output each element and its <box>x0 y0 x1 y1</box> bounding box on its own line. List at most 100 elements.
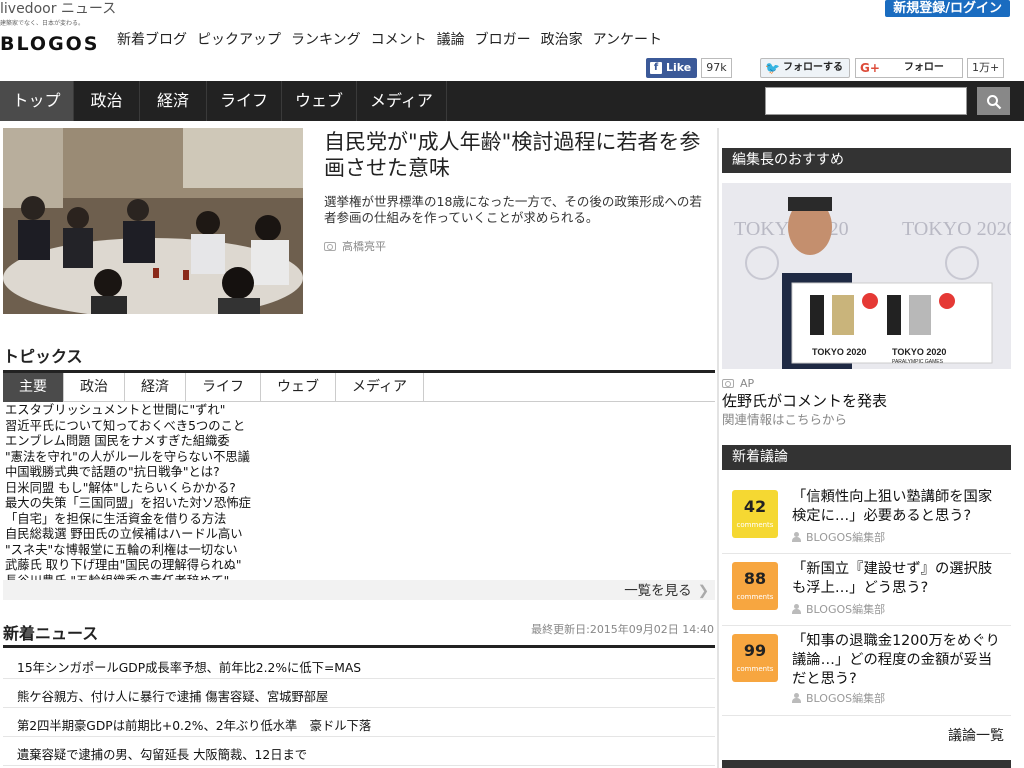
search-button[interactable] <box>977 87 1010 115</box>
comments-label: comments <box>736 593 774 601</box>
news-item[interactable]: 遺棄容疑で逮捕の男、勾留延長 大阪簡裁、12日まで <box>3 737 715 766</box>
nav-tab-media[interactable]: メディア <box>357 81 447 121</box>
discussion-item[interactable]: 88 comments 「新国立『建設せず』の選択肢も浮上…」どう思う? BLO… <box>722 554 1011 626</box>
feature-author[interactable]: 高橋亮平 <box>324 238 386 254</box>
news-item[interactable]: 熊ケ谷親方、付け人に暴行で逮捕 傷害容疑、宮城野部屋 <box>3 679 715 708</box>
topics-list: エスタブリッシュメントと世間に"ずれ" 習近平氏について知っておくべき5つのこと… <box>5 403 705 589</box>
column-divider <box>717 128 719 768</box>
topic-item[interactable]: エンブレム問題 国民をナメすぎた組織委 <box>5 434 705 450</box>
topics-more-link[interactable]: 一覧を見る ❯ <box>3 580 715 600</box>
main-nav: トップ 政治 経済 ライフ ウェブ メディア <box>0 81 1024 121</box>
chevron-right-icon: ❯ <box>697 583 709 599</box>
logo-tagline: 建築家でなく、日本が変わる。 <box>0 20 85 27</box>
feature-description: 選挙権が世界標準の18歳になった一方で、その後の政策形成への若者参画の仕組みを作… <box>324 194 702 225</box>
news-updated-timestamp: 最終更新日:2015年09月02日 14:40 <box>531 623 714 636</box>
topic-item[interactable]: 習近平氏について知っておくべき5つのこと <box>5 419 705 435</box>
topnav-survey[interactable]: アンケート <box>593 30 662 50</box>
topic-item[interactable]: 中国戦勝式典で話題の"抗日戦争"とは? <box>5 465 705 481</box>
facebook-icon: f <box>650 62 662 74</box>
emblem-text-3: PARALYMPIC GAMES <box>892 359 944 365</box>
comment-count: 88 <box>743 569 767 588</box>
blogos-logo[interactable]: BLOGOS <box>0 32 100 56</box>
search-input[interactable] <box>765 87 967 115</box>
topics-tab-media[interactable]: メディア <box>336 373 425 402</box>
editor-pick-heading: 編集長のおすすめ <box>722 148 1011 173</box>
editor-pick-credit-text: AP <box>740 377 755 390</box>
facebook-like-label: Like <box>666 61 692 74</box>
topic-item[interactable]: エスタブリッシュメントと世間に"ずれ" <box>5 403 705 419</box>
discussion-author: BLOGOS編集部 <box>792 690 885 706</box>
feature-photo[interactable] <box>3 128 303 314</box>
camera-icon <box>722 379 734 388</box>
topnav-pickup[interactable]: ピックアップ <box>197 30 281 50</box>
discussion-author: BLOGOS編集部 <box>792 529 885 545</box>
discussions-all-link[interactable]: 議論一覧 <box>948 725 1004 745</box>
discussion-author-name: BLOGOS編集部 <box>806 692 886 705</box>
feature-title[interactable]: 自民党が"成人年齢"検討過程に若者を参画させた意味 <box>324 129 709 181</box>
signup-login-button[interactable]: 新規登録/ログイン <box>885 0 1010 17</box>
topnav-blogger[interactable]: ブロガー <box>475 30 531 50</box>
discussion-author-name: BLOGOS編集部 <box>806 603 886 616</box>
topics-tab-web[interactable]: ウェブ <box>261 373 336 402</box>
nav-tab-top[interactable]: トップ <box>0 81 74 121</box>
editor-pick-related-link[interactable]: 関連情報はこちらから <box>722 409 847 428</box>
topnav-comment[interactable]: コメント <box>371 30 427 50</box>
search-icon <box>986 94 1001 109</box>
comment-count: 99 <box>743 641 767 660</box>
nav-tab-politics[interactable]: 政治 <box>74 81 140 121</box>
nav-tab-life[interactable]: ライフ <box>207 81 282 121</box>
topics-more-label: 一覧を見る <box>624 583 692 599</box>
press-conference-photo: TOKYO 2020 TOKYO 2020 TOKYO 2020 TOKYO 2… <box>722 183 1011 369</box>
topnav-new-blogs[interactable]: 新着ブログ <box>117 30 187 50</box>
topnav-ranking[interactable]: ランキング <box>291 30 361 50</box>
facebook-like-button[interactable]: f Like <box>646 58 698 78</box>
user-icon <box>792 693 801 703</box>
topnav-politician[interactable]: 政治家 <box>541 30 583 50</box>
twitter-follow-label: フォローする <box>782 62 843 73</box>
comment-count-badge: 88 comments <box>732 562 778 610</box>
editor-pick-credit: AP <box>722 377 754 390</box>
discussion-author: BLOGOS編集部 <box>792 601 885 617</box>
news-divider <box>3 645 715 648</box>
camera-icon <box>324 241 336 251</box>
next-section-heading-bar <box>722 760 1011 768</box>
facebook-like-count: 97k <box>701 58 732 78</box>
google-plus-widget: G+ フォロー 1万+ <box>855 58 1005 78</box>
google-follow-label: フォロー <box>903 62 944 73</box>
top-nav: 新着ブログ ピックアップ ランキング コメント 議論 ブロガー 政治家 アンケー… <box>117 30 662 50</box>
discussion-item[interactable]: 42 comments 「信頼性向上狙い塾講師を国家検定に…」必要あると思う? … <box>722 482 1011 554</box>
editor-pick-title[interactable]: 佐野氏がコメントを発表 <box>722 390 887 411</box>
discussion-question[interactable]: 「知事の退職金1200万をめぐり議論…」どの程度の金額が妥当だと思う? <box>792 632 1002 689</box>
news-item[interactable]: 第2四半期豪GDPは前期比+0.2%、2年ぶり低水準 豪ドル下落 <box>3 708 715 737</box>
nav-tab-economy[interactable]: 経済 <box>140 81 207 121</box>
topic-item[interactable]: 武藤氏 取り下げ理由"国民の理解得られぬ" <box>5 558 705 574</box>
topics-tab-life[interactable]: ライフ <box>186 373 261 402</box>
topics-tab-main[interactable]: 主要 <box>3 373 64 402</box>
editor-pick-photo[interactable]: TOKYO 2020 TOKYO 2020 TOKYO 2020 TOKYO 2… <box>722 183 1011 369</box>
topics-tab-economy[interactable]: 経済 <box>125 373 186 402</box>
emblem-text-1: TOKYO 2020 <box>812 347 866 357</box>
livedoor-news-link[interactable]: livedoor ニュース <box>0 0 116 18</box>
comments-label: comments <box>736 665 774 673</box>
topics-tab-politics[interactable]: 政治 <box>64 373 125 402</box>
discussion-item[interactable]: 99 comments 「知事の退職金1200万をめぐり議論…」どの程度の金額が… <box>722 626 1011 716</box>
topic-item[interactable]: 日米同盟 もし"解体"したらいくらかかる? <box>5 481 705 497</box>
comments-label: comments <box>736 521 774 529</box>
google-plus-follow-button[interactable]: G+ フォロー <box>855 58 963 78</box>
news-list: 15年シンガポールGDP成長率予想、前年比2.2%に低下=MAS 熊ケ谷親方、付… <box>3 650 715 766</box>
topnav-discussion[interactable]: 議論 <box>437 30 465 50</box>
nav-tab-web[interactable]: ウェブ <box>282 81 357 121</box>
topic-item[interactable]: "憲法を守れ"の人がルールを守らない不思議 <box>5 450 705 466</box>
topics-tabs: 主要 政治 経済 ライフ ウェブ メディア <box>3 370 715 402</box>
topic-item[interactable]: 自民総裁選 野田氏の立候補はハードル高い <box>5 527 705 543</box>
topic-item[interactable]: 最大の失策「三国同盟」を招いた対ソ恐怖症 <box>5 496 705 512</box>
discussion-question[interactable]: 「信頼性向上狙い塾講師を国家検定に…」必要あると思う? <box>792 488 1002 526</box>
twitter-follow-button[interactable]: 🐦 フォローする <box>760 58 850 78</box>
topics-heading: トピックス <box>3 347 83 366</box>
meeting-photo <box>3 128 303 314</box>
topic-item[interactable]: "スネ夫"な博報堂に五輪の利権は一切ない <box>5 543 705 559</box>
news-item[interactable]: 15年シンガポールGDP成長率予想、前年比2.2%に低下=MAS <box>3 650 715 679</box>
discussion-question[interactable]: 「新国立『建設せず』の選択肢も浮上…」どう思う? <box>792 560 1002 598</box>
topic-item[interactable]: 「自宅」を担保に生活資金を借りる方法 <box>5 512 705 528</box>
user-icon <box>792 532 801 542</box>
